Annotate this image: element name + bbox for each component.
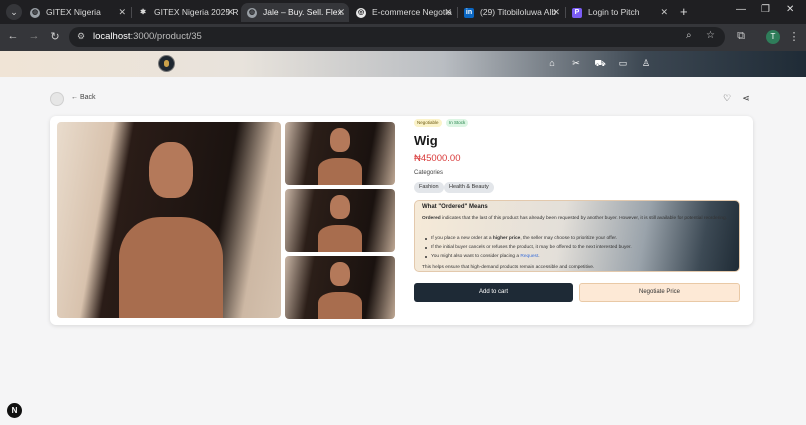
categories-label: Categories — [414, 170, 444, 176]
tab-title: GITEX Nigeria 2025 R — [154, 7, 238, 17]
site-header: ⌂ ✂ ⛟ ▭ ♙ — [0, 51, 806, 77]
browser-toolbar: ← → ↻ ⚙ localhost:3000/product/35 ⌕ ☆ ⧉ … — [0, 24, 806, 51]
linkedin-icon: in — [464, 8, 474, 18]
stock-badge: In Stock — [446, 119, 469, 127]
product-price: ₦45000.00 — [414, 153, 461, 164]
negotiable-badge: Negotiable — [414, 119, 442, 127]
browser-tab-active[interactable]: ◍ Jale – Buy. Sell. Flex. ✕ — [241, 3, 349, 22]
brand-logo[interactable] — [158, 55, 175, 72]
info-intro: Ordered indicates that the last of this … — [422, 216, 728, 221]
info-bullet: If the initial buyer cancels or refuses … — [431, 245, 632, 250]
tab-title: (29) Titobiloluwa Alb — [480, 7, 557, 17]
product-title: Wig — [414, 133, 438, 148]
tab-title: E-commerce Negotia — [372, 7, 452, 17]
close-icon[interactable]: ✕ — [660, 3, 668, 22]
close-icon[interactable]: ✕ — [226, 3, 234, 22]
close-icon[interactable]: ✕ — [444, 3, 452, 22]
heart-icon[interactable]: ♡ — [721, 93, 733, 104]
forward-arrow-icon[interactable]: → — [27, 30, 41, 42]
category-chip[interactable]: Fashion — [414, 182, 444, 193]
bookmark-star-icon[interactable]: ☆ — [706, 30, 715, 41]
category-chip[interactable]: Health & Beauty — [444, 182, 494, 193]
negotiate-price-button[interactable]: Negotiate Price — [579, 283, 740, 302]
globe-icon: ◍ — [247, 8, 257, 18]
info-heading: What "Ordered" Means — [422, 204, 488, 210]
tab-search-icon[interactable]: ⌄ — [6, 4, 22, 20]
chatgpt-icon: ◎ — [356, 8, 366, 18]
add-to-cart-button[interactable]: Add to cart — [414, 283, 573, 302]
zoom-search-icon[interactable]: ⌕ — [686, 30, 692, 41]
globe-icon: ◍ — [30, 8, 40, 18]
product-thumbnail[interactable] — [285, 256, 395, 319]
tab-title: GITEX Nigeria — [46, 7, 101, 17]
extensions-icon[interactable]: ⧉ — [734, 30, 748, 43]
browser-tab-bar: ⌄ ◍ GITEX Nigeria ✕ ✱ GITEX Nigeria 2025… — [0, 0, 806, 24]
minimize-icon[interactable]: — — [736, 4, 746, 15]
new-tab-icon[interactable]: + — [680, 4, 688, 20]
ordered-info-box: What "Ordered" Means Ordered indicates t… — [414, 200, 740, 272]
product-thumbnail[interactable] — [285, 189, 395, 252]
tools-icon[interactable]: ✂ — [570, 58, 582, 69]
product-main-image[interactable] — [57, 122, 281, 318]
browser-tab[interactable]: ◍ GITEX Nigeria ✕ — [24, 3, 130, 22]
close-icon[interactable]: ✕ — [118, 3, 126, 22]
site-info-icon[interactable]: ⚙ — [77, 31, 89, 43]
window-close-icon[interactable]: ✕ — [786, 4, 794, 15]
browser-tab[interactable]: ◎ E-commerce Negotia ✕ — [350, 3, 456, 22]
url-text: localhost:3000/product/35 — [93, 31, 202, 42]
request-link[interactable]: Request — [520, 254, 538, 259]
browser-tab[interactable]: in (29) Titobiloluwa Alb ✕ — [458, 3, 564, 22]
profile-avatar[interactable]: T — [766, 30, 780, 44]
home-icon[interactable]: ⌂ — [546, 58, 558, 68]
messages-icon[interactable]: ▭ — [617, 58, 629, 69]
gitex-icon: ✱ — [140, 9, 146, 16]
tab-title: Jale – Buy. Sell. Flex. — [263, 7, 345, 17]
product-thumbnail[interactable] — [285, 122, 395, 185]
close-icon[interactable]: ✕ — [552, 3, 560, 22]
browser-tab[interactable]: ✱ GITEX Nigeria 2025 R ✕ — [132, 3, 238, 22]
seller-avatar[interactable] — [50, 92, 64, 106]
restore-icon[interactable]: ❐ — [761, 4, 770, 15]
back-link[interactable]: ← Back — [71, 94, 96, 101]
close-icon[interactable]: ✕ — [337, 3, 345, 22]
share-icon[interactable]: ⋖ — [740, 93, 752, 104]
user-icon[interactable]: ♙ — [640, 58, 652, 69]
browser-tab[interactable]: P Login to Pitch ✕ — [566, 3, 672, 22]
cart-icon[interactable]: ⛟ — [594, 58, 606, 70]
reload-icon[interactable]: ↻ — [48, 30, 62, 43]
nextjs-dev-badge[interactable]: N — [7, 403, 22, 418]
pitch-icon: P — [572, 8, 582, 18]
info-bullet: You might also want to consider placing … — [431, 254, 540, 259]
info-bullet: If you place a new order at a higher pri… — [431, 236, 618, 241]
address-bar[interactable]: ⚙ localhost:3000/product/35 ⌕ ☆ — [69, 27, 725, 47]
browser-menu-icon[interactable]: ⋮ — [787, 30, 801, 43]
back-arrow-icon[interactable]: ← — [6, 30, 20, 42]
info-footer: This helps ensure that high-demand produ… — [422, 265, 595, 270]
tab-title: Login to Pitch — [588, 7, 640, 17]
